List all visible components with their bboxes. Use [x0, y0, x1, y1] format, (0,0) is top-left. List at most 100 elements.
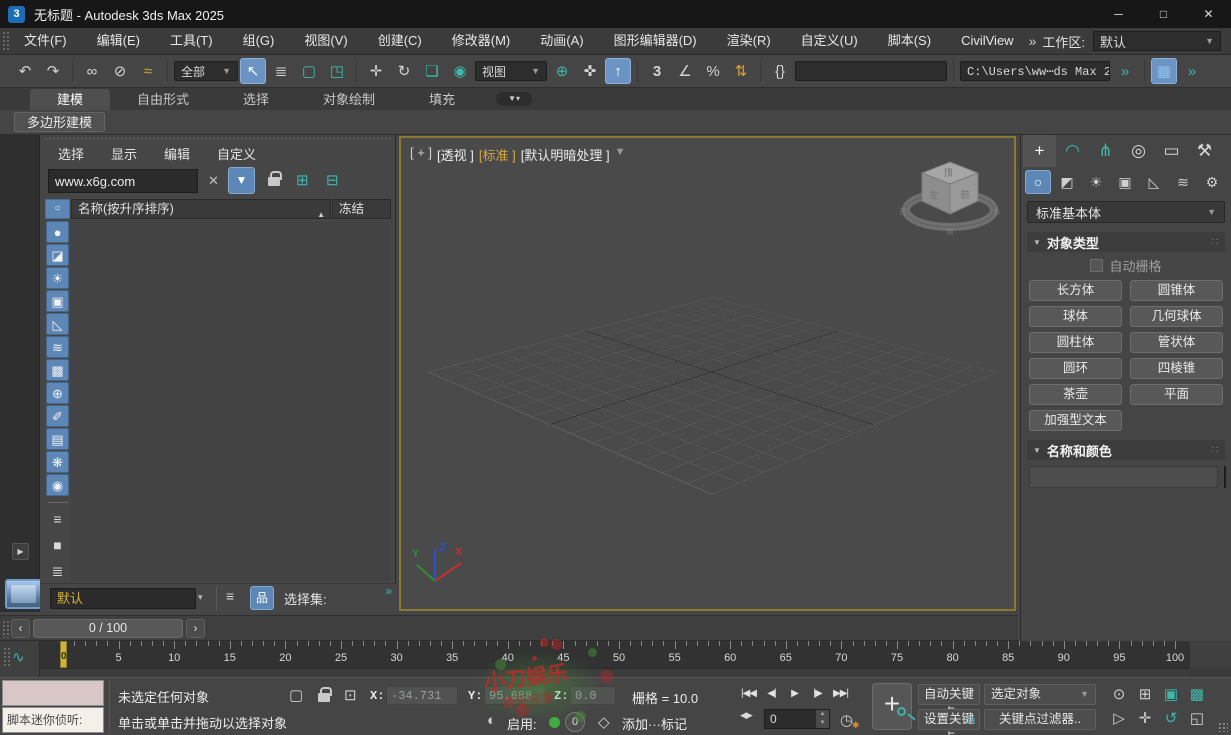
viewport-pov-label[interactable]: [透视 ] [437, 145, 474, 164]
object-type-button[interactable]: 圆锥体 [1130, 280, 1223, 301]
tab-hierarchy[interactable]: ⋔ [1089, 135, 1122, 167]
window-resize-grip[interactable] [1218, 722, 1228, 732]
keyboard-override-icon[interactable]: ↑ [605, 58, 631, 84]
tab-motion[interactable]: ◎ [1122, 135, 1155, 167]
panel-expander-button[interactable]: ▶ [12, 543, 29, 560]
tab-polygon-modeling[interactable]: 多边形建模 [14, 112, 106, 132]
tab-display[interactable]: ▭ [1155, 135, 1188, 167]
frozen-column-header[interactable]: 冻结 [332, 199, 391, 219]
cat-space-warps[interactable]: ≋ [1170, 170, 1196, 194]
search-input[interactable] [48, 169, 198, 193]
sort-list-icon[interactable]: ≡ [46, 509, 69, 531]
cube-marker-icon[interactable]: ◇ [598, 713, 610, 731]
selection-filter-combo[interactable]: 全部 ▼ [174, 61, 238, 81]
object-type-button[interactable]: 平面 [1130, 384, 1223, 405]
filter-geometry-icon[interactable]: ● [46, 221, 69, 243]
maximize-button[interactable]: □ [1141, 0, 1186, 28]
project-folder-combo[interactable]: C:\Users\ww⋯ds Max 2025▼ [960, 61, 1110, 81]
select-and-scale-icon[interactable]: ❏ [419, 58, 445, 84]
more-toolbar-icon[interactable]: » [1179, 58, 1205, 84]
set-keys-button[interactable]: + [872, 683, 912, 730]
select-object-icon[interactable]: ↖ [240, 58, 266, 84]
tab-modify[interactable]: ◠ [1056, 135, 1089, 167]
chevron-down-icon[interactable]: ▾ [198, 592, 203, 603]
add-time-tag[interactable]: 添加···标记 [622, 714, 687, 733]
object-name-input[interactable] [1029, 466, 1218, 488]
select-by-name-icon[interactable]: ≣ [268, 58, 294, 84]
percent-snap-icon[interactable]: % [700, 58, 726, 84]
menu-item-创建(C)[interactable]: 创建(C) [363, 28, 437, 54]
filter-particles-icon[interactable]: ❋ [46, 451, 69, 473]
object-type-button[interactable]: 圆柱体 [1029, 332, 1122, 353]
snap-toggle-3d-icon[interactable]: 3 [644, 58, 670, 84]
edit-named-selections-icon[interactable]: {} [767, 58, 793, 84]
ribbon-tab-自由形式[interactable]: 自由形式 [110, 89, 216, 110]
object-color-swatch[interactable] [1224, 466, 1226, 488]
filter-space-warps-icon[interactable]: ≋ [46, 336, 69, 358]
zoom-all-icon[interactable]: ⊞ [1132, 682, 1158, 706]
spinner-snap-icon[interactable]: ⇅ [728, 58, 754, 84]
maxscript-mini-listener[interactable]: 脚本迷你侦听: [2, 707, 104, 733]
play-icon[interactable]: ▶ [783, 683, 806, 705]
clear-search-icon[interactable]: ✕ [208, 173, 219, 189]
rectangular-selection-icon[interactable]: ▢ [296, 58, 322, 84]
object-type-button[interactable]: 管状体 [1130, 332, 1223, 353]
detail-list-icon[interactable]: ≣ [46, 561, 69, 583]
y-coord-field[interactable] [484, 686, 546, 705]
cat-lights[interactable]: ☀ [1083, 170, 1109, 194]
perspective-viewport[interactable]: [ + ] [透视 ] [标准 ] [默认明暗处理 ] ▼ 顶 左 前 东 南 … [399, 136, 1016, 611]
ribbon-tab-对象绘制[interactable]: 对象绘制 [296, 89, 402, 110]
filter-cameras-icon[interactable]: ▣ [46, 290, 69, 312]
toolbar-overflow-icon[interactable]: » [1112, 58, 1138, 84]
explorer-menu-自定义[interactable]: 自定义 [217, 144, 256, 163]
cat-cameras[interactable]: ▣ [1112, 170, 1138, 194]
bind-to-space-warp-icon[interactable]: ≈ [135, 58, 161, 84]
angle-snap-icon[interactable]: ∠ [672, 58, 698, 84]
filter-shapes-icon[interactable]: ◪ [46, 244, 69, 266]
lock-explorer-icon[interactable] [268, 171, 282, 186]
filter-button[interactable]: ▼ [228, 167, 255, 194]
filter-visibility-icon[interactable]: ◉ [46, 474, 69, 496]
menu-item-自定义(U)[interactable]: 自定义(U) [786, 28, 873, 54]
per-view-filter-icon[interactable]: ▼ [615, 146, 626, 164]
select-and-rotate-icon[interactable]: ↻ [391, 58, 417, 84]
mini-curve-editor-button[interactable]: ∿ [0, 641, 40, 677]
ribbon-tab-选择[interactable]: 选择 [216, 89, 296, 110]
explorer-menu-选择[interactable]: 选择 [58, 144, 84, 163]
icon-column-header[interactable]: ○ [45, 199, 70, 219]
pan-icon[interactable]: ✛ [1132, 706, 1158, 730]
name-color-rollout-header[interactable]: ▼ 名称和颜色 ∷ [1027, 440, 1225, 460]
close-button[interactable]: ✕ [1186, 0, 1231, 28]
ribbon-overflow-icon[interactable]: ▼▾ [496, 92, 533, 106]
zoom-extents-all-icon[interactable]: ▩ [1184, 682, 1210, 706]
menu-item-动画(A)[interactable]: 动画(A) [525, 28, 598, 54]
maximize-viewport-icon[interactable]: ◱ [1184, 706, 1210, 730]
x-coord-field[interactable] [386, 686, 458, 705]
menu-overflow-icon[interactable]: » [1029, 33, 1037, 49]
menu-item-图形编辑器(D)[interactable]: 图形编辑器(D) [599, 28, 712, 54]
object-type-rollout-header[interactable]: ▼ 对象类型 ∷ [1027, 232, 1225, 252]
object-type-button[interactable]: 几何球体 [1130, 306, 1223, 327]
reference-coordinate-combo[interactable]: 视图 ▼ [475, 61, 547, 81]
named-selection-combo[interactable] [795, 61, 947, 81]
auto-grid-checkbox[interactable] [1090, 258, 1104, 272]
frame-spinner[interactable]: ▲ ▼ [816, 710, 829, 728]
explorer-menu-编辑[interactable]: 编辑 [164, 144, 190, 163]
filter-bones-icon[interactable]: ✐ [46, 405, 69, 427]
auto-key-button[interactable]: 自动关键点 [918, 684, 980, 720]
footer-overflow-icon[interactable]: » [385, 584, 392, 598]
explorer-list-area[interactable] [71, 221, 391, 581]
menu-item-组(G)[interactable]: 组(G) [228, 28, 290, 54]
subcategory-combo[interactable]: 标准基本体 ▼ [1027, 201, 1225, 223]
object-type-button[interactable]: 四棱锥 [1130, 358, 1223, 379]
select-and-move-icon[interactable]: ✛ [363, 58, 389, 84]
current-frame-marker[interactable]: 0 [60, 641, 67, 668]
time-ruler[interactable]: 5 10 15 20 25 30 35 40 45 50 55 60 65 70 75 80 85 90 95 100… [40, 641, 1190, 668]
expand-tree-icon[interactable]: ⊞ [296, 171, 309, 189]
hierarchy-view-icon[interactable]: 品 [250, 586, 274, 610]
minimize-button[interactable]: ─ [1096, 0, 1141, 28]
menu-item-工具(T)[interactable]: 工具(T) [155, 28, 228, 54]
object-type-button[interactable]: 茶壶 [1029, 384, 1122, 405]
undo-icon[interactable]: ↶ [12, 58, 38, 84]
redo-icon[interactable]: ↷ [40, 58, 66, 84]
